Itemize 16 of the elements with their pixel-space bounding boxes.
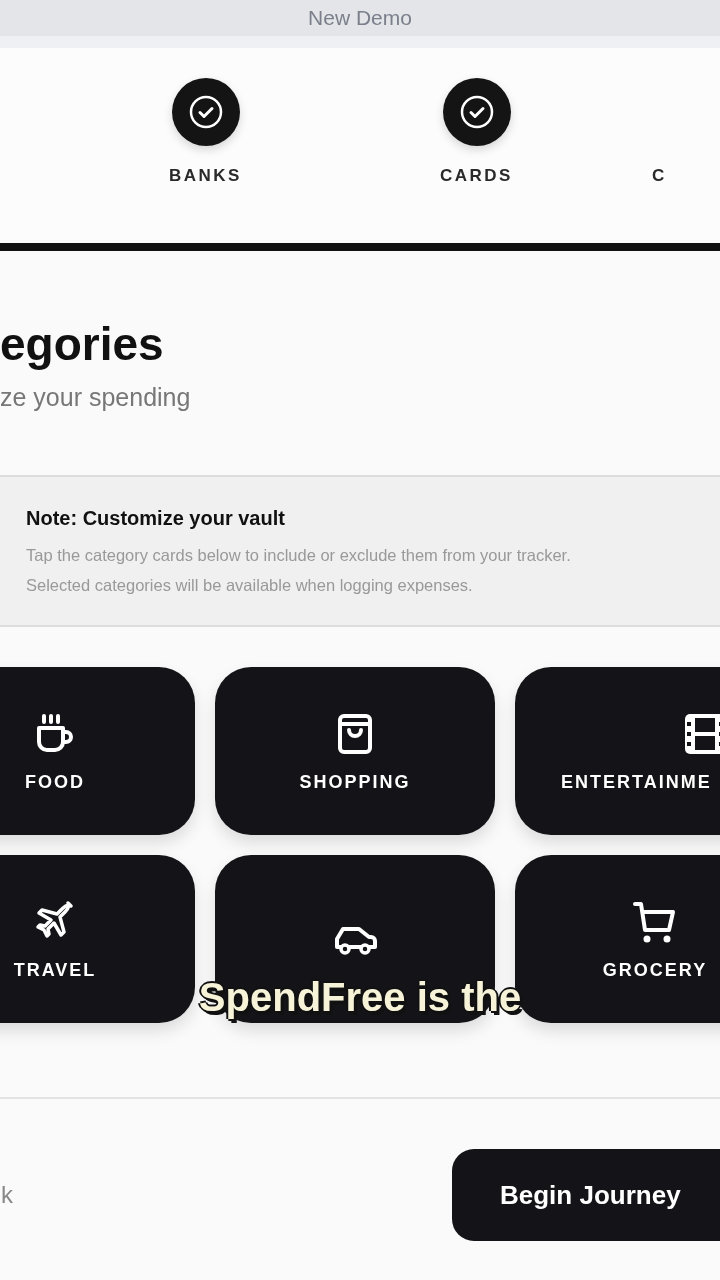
step-label: BANKS — [169, 166, 242, 186]
check-circle-icon — [458, 94, 495, 130]
check-circle-icon — [187, 94, 224, 130]
page-subtitle: ze your spending — [0, 383, 192, 412]
begin-journey-button[interactable]: Begin Journey — [452, 1149, 720, 1241]
note-text: Tap the category cards below to include or exclude them from your tracker. — [26, 545, 572, 566]
page-title: egories — [0, 317, 165, 371]
category-card[interactable]: SHOPPING — [215, 667, 495, 835]
window-title: New Demo — [308, 6, 412, 30]
note-text: Selected categories will be available when logging expenses. — [26, 575, 474, 596]
note-title: Note: Customize your vault — [26, 507, 286, 530]
category-card[interactable]: ENTERTAINME — [515, 667, 720, 835]
step-label: CARDS — [440, 166, 513, 186]
category-card[interactable]: FOOD — [0, 667, 195, 835]
category-card[interactable]: TRAVEL — [0, 855, 195, 1023]
step-label: C — [652, 166, 667, 186]
